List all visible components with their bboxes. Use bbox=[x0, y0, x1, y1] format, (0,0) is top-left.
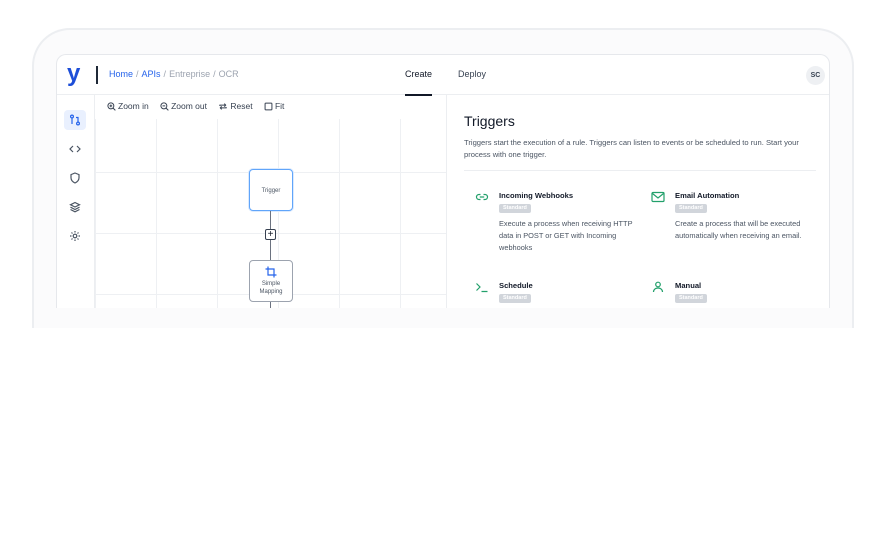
rail-item-settings[interactable] bbox=[64, 226, 86, 246]
rail-item-security[interactable] bbox=[64, 168, 86, 188]
logo-divider bbox=[96, 66, 98, 84]
card-title: Incoming Webhooks bbox=[499, 191, 574, 200]
standard-badge: Standard bbox=[499, 204, 531, 213]
simple-mapping-node[interactable]: Simple Mapping bbox=[249, 260, 293, 302]
user-icon bbox=[652, 281, 664, 293]
zoom-out-label: Zoom out bbox=[171, 101, 207, 111]
standard-badge: Standard bbox=[675, 294, 707, 303]
divider bbox=[464, 170, 816, 171]
connector-line bbox=[270, 302, 271, 308]
canvas-grid: Trigger + Simple Mapping + bbox=[95, 119, 446, 308]
reset-button[interactable]: Reset bbox=[218, 101, 253, 111]
panel-title: Triggers bbox=[464, 113, 515, 129]
breadcrumb-separator: / bbox=[136, 69, 139, 79]
fit-button[interactable]: Fit bbox=[264, 101, 284, 111]
standard-badge: Standard bbox=[499, 294, 531, 303]
add-step-button[interactable]: + bbox=[265, 229, 276, 240]
top-bar: y Home / APIs / Entreprise / OCR Create Deploy… bbox=[57, 55, 829, 96]
mail-icon bbox=[651, 191, 665, 203]
breadcrumb-apis[interactable]: APIs bbox=[142, 69, 161, 79]
breadcrumb-separator: / bbox=[163, 69, 167, 79]
tab-deploy[interactable]: Deploy bbox=[458, 69, 486, 79]
card-title: Manual bbox=[675, 281, 702, 290]
breadcrumb-ocr: OCR bbox=[218, 69, 239, 79]
connector-line bbox=[270, 240, 271, 260]
card-title: Email Automation bbox=[675, 191, 740, 200]
gear-icon bbox=[70, 231, 80, 241]
trigger-node[interactable]: Trigger bbox=[249, 169, 293, 211]
card-description: Execute a process when receiving HTTP da… bbox=[499, 219, 633, 252]
terminal-icon bbox=[476, 283, 488, 293]
zoom-out-icon bbox=[160, 102, 169, 111]
standard-badge: Standard bbox=[675, 204, 707, 213]
code-icon bbox=[69, 145, 81, 153]
zoom-out-button[interactable]: Zoom out bbox=[160, 101, 207, 111]
card-title: Schedule bbox=[499, 281, 533, 290]
rail-item-code[interactable] bbox=[64, 139, 86, 159]
rail-item-layers[interactable] bbox=[64, 197, 86, 217]
rail-item-flow[interactable] bbox=[64, 110, 86, 130]
left-rail bbox=[57, 95, 95, 308]
triggers-panel: Triggers Triggers start the execution of… bbox=[446, 95, 829, 308]
breadcrumb-home[interactable]: Home bbox=[109, 69, 133, 79]
link-icon bbox=[475, 193, 489, 201]
zoom-in-button[interactable]: Zoom in bbox=[107, 101, 149, 111]
app-logo[interactable]: y bbox=[67, 62, 80, 86]
flow-canvas[interactable]: Zoom in Zoom out Reset Fit Trigger + Sim… bbox=[95, 95, 446, 308]
canvas-toolbar: Zoom in Zoom out Reset Fit bbox=[107, 101, 293, 111]
breadcrumb-separator: / bbox=[213, 69, 216, 79]
flow-icon bbox=[70, 114, 80, 126]
zoom-in-label: Zoom in bbox=[118, 101, 149, 111]
fit-label: Fit bbox=[274, 101, 285, 111]
app-window: y Home / APIs / Entreprise / OCR Create Deploy… bbox=[56, 54, 830, 308]
card-description: Create a process that will be executed a… bbox=[675, 219, 802, 240]
layers-icon bbox=[69, 201, 81, 213]
node-label-line2: Mapping bbox=[259, 289, 283, 295]
shield-icon bbox=[70, 172, 80, 184]
repeat-icon bbox=[219, 103, 228, 110]
panel-description: Triggers start the execution of a rule. … bbox=[464, 138, 799, 159]
reset-label: Reset bbox=[230, 101, 253, 111]
node-label-line1: Simple bbox=[261, 281, 281, 287]
connector-line bbox=[270, 211, 271, 229]
breadcrumb: Home / APIs / Entreprise / OCR bbox=[109, 69, 239, 79]
zoom-in-icon bbox=[107, 102, 116, 111]
user-avatar[interactable]: SC bbox=[806, 66, 825, 85]
breadcrumb-entreprise[interactable]: Entreprise bbox=[169, 69, 210, 79]
tab-create[interactable]: Create bbox=[405, 69, 433, 96]
square-icon bbox=[264, 102, 273, 111]
crop-icon bbox=[265, 266, 277, 278]
